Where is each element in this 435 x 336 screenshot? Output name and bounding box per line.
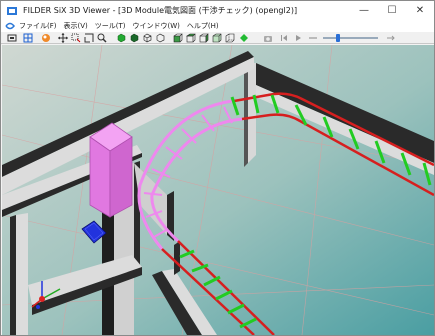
- menu-logo-icon[interactable]: [5, 21, 15, 31]
- menu-view[interactable]: 表示(V): [64, 21, 88, 31]
- render-icon[interactable]: [41, 33, 51, 43]
- open-icon[interactable]: [7, 33, 17, 43]
- outline-icon[interactable]: [155, 33, 165, 43]
- menu-tools[interactable]: ツール(T): [95, 21, 126, 31]
- grid-icon[interactable]: [23, 33, 33, 43]
- zoom-icon[interactable]: [97, 33, 107, 43]
- menu-window[interactable]: ウインドウ(W): [133, 21, 180, 31]
- shade-icon[interactable]: [239, 33, 249, 43]
- slider-thumb[interactable]: [335, 34, 340, 42]
- play-icon[interactable]: [293, 33, 303, 43]
- pink-cabinet[interactable]: [89, 122, 133, 218]
- title-bar[interactable]: FILDER SiX 3D Viewer - [3D Module電気図面 (干…: [1, 1, 434, 20]
- menu-help[interactable]: ヘルプ(H): [187, 21, 219, 31]
- first-frame-icon[interactable]: [279, 33, 289, 43]
- camera-icon[interactable]: [263, 33, 273, 43]
- view-front-icon[interactable]: [173, 33, 183, 43]
- zoom-window-icon[interactable]: [71, 33, 81, 43]
- toolbar: [1, 32, 434, 44]
- window-title: FILDER SiX 3D Viewer - [3D Module電気図面 (干…: [23, 6, 298, 15]
- solid-green-icon[interactable]: [116, 33, 126, 43]
- wire-icon[interactable]: [142, 33, 152, 43]
- app-icon: [7, 6, 17, 15]
- 3d-scene: [2, 45, 434, 335]
- view-top-icon[interactable]: [186, 33, 196, 43]
- close-button[interactable]: ✕: [406, 1, 434, 20]
- app-window: FILDER SiX 3D Viewer - [3D Module電気図面 (干…: [0, 0, 435, 336]
- pan-icon[interactable]: [58, 33, 68, 43]
- minimize-button[interactable]: —: [350, 1, 378, 20]
- 3d-viewport[interactable]: [2, 45, 434, 335]
- arrow-right-icon[interactable]: [386, 33, 396, 43]
- view-iso-icon[interactable]: [212, 33, 222, 43]
- solid-dark-icon[interactable]: [129, 33, 139, 43]
- menu-file[interactable]: ファイル(F): [19, 21, 57, 31]
- menu-bar: ファイル(F) 表示(V) ツール(T) ウインドウ(W) ヘルプ(H): [1, 20, 434, 32]
- step-icon[interactable]: [308, 33, 318, 43]
- zoom-fit-icon[interactable]: [84, 33, 94, 43]
- view-side-icon[interactable]: [199, 33, 209, 43]
- view-back-icon[interactable]: [225, 33, 235, 43]
- maximize-button[interactable]: ☐: [378, 1, 406, 20]
- animation-slider[interactable]: [323, 37, 378, 39]
